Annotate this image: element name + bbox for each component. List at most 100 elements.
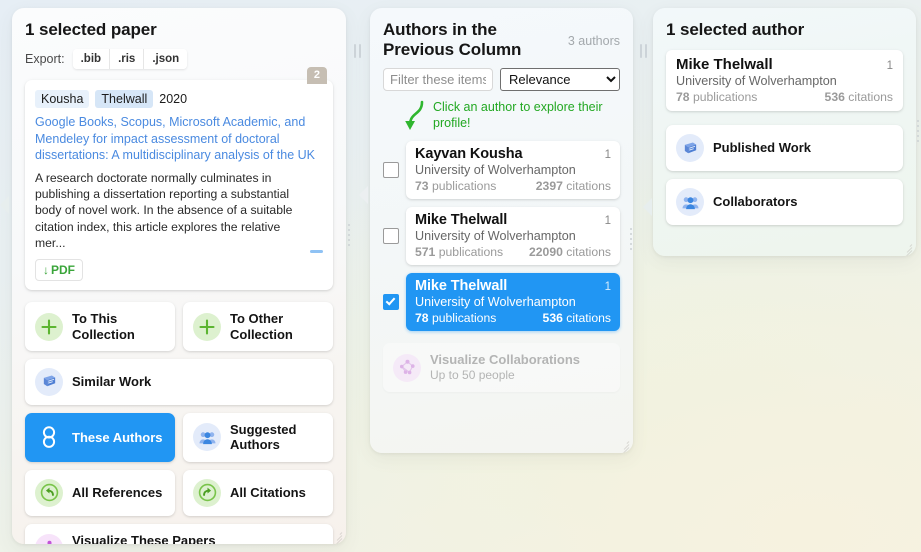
paper-actions: To This Collection To Other Collection S… [25,302,333,544]
author-publications: 571 publications [415,245,504,260]
curved-down-arrow-icon [401,99,427,133]
list-item: Mike Thelwall 1 University of Wolverhamp… [383,273,620,332]
column-drag-handle-1[interactable] [351,44,363,58]
paper-card[interactable]: 2 Kousha Thelwall 2020 Google Books, Sco… [25,67,333,291]
author-publications: 78 publications [415,311,497,326]
action-visualize-collaborations[interactable]: Visualize Collaborations Up to 50 people [383,343,620,393]
sort-select[interactable]: Relevance Citations Publications Name [500,68,620,92]
export-label: Export: [25,52,65,67]
arrow-forward-circle-icon [193,478,221,507]
pdf-label: PDF [51,263,75,278]
export-row: Export: .bib .ris .json [25,49,333,70]
selected-author-card[interactable]: Mike Thelwall 1 University of Wolverhamp… [666,50,903,112]
column-collapse-arrow-2[interactable] [643,198,652,216]
column-scroll-dots-1 [347,224,351,246]
action-to-this-collection[interactable]: To This Collection [25,302,175,351]
filter-input[interactable] [383,68,493,92]
author-affiliation: University of Wolverhampton [676,74,837,89]
paper-author-tags: Kousha Thelwall 2020 [35,90,323,109]
author-name: Kayvan Kousha [415,146,523,163]
export-buttons-group: .bib .ris .json [72,49,188,70]
action-label: Suggested Authors [230,421,297,453]
author-affiliation: University of Wolverhampton [415,295,576,310]
panel-resize-handle[interactable] [616,437,630,453]
authors-column-panel: Authors in the Previous Column 3 authors… [370,8,633,453]
graph-network-icon [35,534,63,544]
author-affiliation: University of Wolverhampton [415,163,576,178]
action-row-similar: Similar Work [25,358,333,405]
action-label: Visualize These Papers [72,532,216,544]
paper-title-link[interactable]: Google Books, Scopus, Microsoft Academic… [35,114,323,164]
paper-count-badge: 2 [306,67,327,85]
author-rank: 1 [604,215,611,228]
action-collaborators[interactable]: Collaborators [666,179,903,226]
author-name: Mike Thelwall [676,56,773,74]
author-publications: 78 publications [676,90,758,105]
column-scroll-dots-3 [916,120,920,142]
action-row-collaborators: Collaborators [666,179,903,226]
author-citations: 536 citations [824,90,893,105]
action-visualize-these-papers[interactable]: Visualize These Papers Up to 50 papers [25,523,333,544]
author-tag-thelwall[interactable]: Thelwall [95,90,154,109]
action-similar-work[interactable]: Similar Work [25,358,333,405]
action-label: All Citations [230,484,306,500]
action-label: Similar Work [72,374,152,390]
download-arrow-icon: ↓ [43,263,49,278]
author-affiliation: University of Wolverhampton [415,229,576,244]
column-scroll-dots-2 [629,228,633,250]
author-checkbox[interactable] [383,228,399,245]
action-to-other-collection[interactable]: To Other Collection [183,302,333,351]
selected-author-actions: Published Work Collaborators [666,125,903,226]
action-suggested-authors[interactable]: Suggested Authors [183,412,333,462]
author-tag-kousha[interactable]: Kousha [35,90,90,109]
action-sublabel: Up to 50 people [430,368,515,383]
export-bib-button[interactable]: .bib [72,49,111,70]
download-pdf-button[interactable]: ↓ PDF [35,259,83,282]
action-all-references[interactable]: All References [25,469,175,516]
author-name: Mike Thelwall [415,278,508,295]
column-drag-handle-2[interactable] [637,44,649,58]
action-these-authors[interactable]: These Authors [25,412,175,462]
author-list: Kayvan Kousha 1 University of Wolverhamp… [383,141,620,332]
export-json-button[interactable]: .json [144,49,188,70]
author-name: Mike Thelwall [415,212,508,229]
action-label: To Other Collection [230,311,293,342]
book-icon [35,367,63,396]
action-all-citations[interactable]: All Citations [183,469,333,516]
authors-icon [35,423,63,451]
authors-column-title: Authors in the Previous Column [383,20,522,60]
authors-count-label: 3 authors [567,34,620,48]
action-label: Visualize Collaborations [430,352,581,368]
author-citations: 536 citations [542,311,611,326]
filter-row: Relevance Citations Publications Name [383,68,620,92]
book-icon [676,134,704,163]
action-label: Collaborators [713,194,798,210]
author-card-mike-thelwall-571[interactable]: Mike Thelwall 1 University of Wolverhamp… [406,207,620,266]
author-card-mike-thelwall-78[interactable]: Mike Thelwall 1 University of Wolverhamp… [406,273,620,332]
panel-resize-handle[interactable] [899,240,913,256]
selected-author-column-panel: 1 selected author Mike Thelwall 1 Univer… [653,8,916,256]
action-row-refs: All References All Citations [25,469,333,516]
panel-resize-handle[interactable] [329,528,343,544]
paper-year: 2020 [159,92,188,107]
export-ris-button[interactable]: .ris [110,49,145,70]
action-published-work[interactable]: Published Work [666,125,903,172]
list-item: Kayvan Kousha 1 University of Wolverhamp… [383,141,620,200]
column-collapse-arrow-3[interactable] [0,196,9,214]
collapse-minus-icon[interactable] [310,250,323,254]
author-publications: 73 publications [415,179,497,194]
graph-network-icon [393,353,421,382]
author-checkbox[interactable] [383,294,399,311]
plus-icon [35,312,63,341]
plus-icon [193,312,221,341]
column-collapse-arrow-1[interactable] [359,186,368,204]
author-checkbox[interactable] [383,162,399,179]
action-row-collections: To This Collection To Other Collection [25,302,333,351]
arrow-back-circle-icon [35,478,63,507]
author-card-kayvan-kousha[interactable]: Kayvan Kousha 1 University of Wolverhamp… [406,141,620,200]
author-citations: 22090 citations [529,245,611,260]
action-row-authors: These Authors Suggested Authors [25,412,333,462]
author-rank: 1 [886,60,893,73]
click-author-hint: Click an author to explore their profile… [401,99,620,133]
people-icon [193,423,221,452]
